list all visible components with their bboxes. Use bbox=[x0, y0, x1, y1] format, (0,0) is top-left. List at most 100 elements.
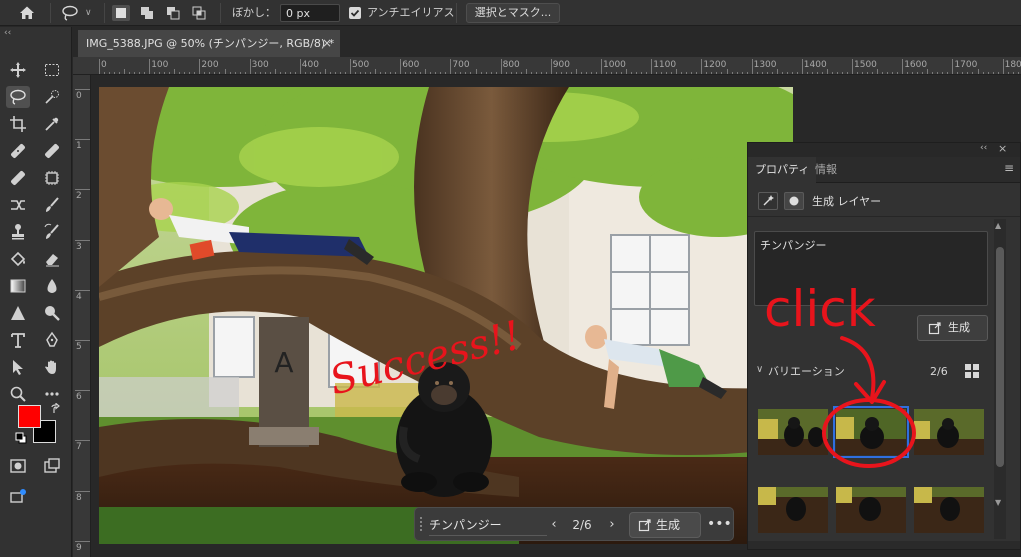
paint-bucket-icon[interactable] bbox=[6, 248, 30, 270]
home-icon[interactable] bbox=[18, 0, 36, 26]
brush-tool-icon[interactable] bbox=[40, 194, 64, 216]
ruler-label: 3 bbox=[76, 241, 82, 252]
hand-tool-icon[interactable] bbox=[40, 356, 64, 378]
default-colors-icon[interactable] bbox=[15, 432, 27, 447]
ruler-major-tick bbox=[249, 59, 251, 74]
more-options-button[interactable]: ••• bbox=[707, 514, 732, 536]
panel-collapse-icon[interactable]: ‹‹ bbox=[980, 143, 987, 153]
add-selection-icon[interactable] bbox=[138, 5, 156, 21]
chevron-down-icon[interactable]: ∨ bbox=[85, 0, 92, 26]
marquee-tool-icon[interactable] bbox=[40, 59, 64, 81]
variation-thumbnail[interactable] bbox=[836, 487, 906, 533]
panel-footer bbox=[748, 541, 1020, 549]
ruler-label: 7 bbox=[76, 442, 82, 453]
feather-input[interactable] bbox=[280, 4, 340, 22]
document-image[interactable]: A bbox=[99, 87, 793, 544]
ruler-label: 6 bbox=[76, 392, 82, 403]
ruler-label: 0 bbox=[101, 60, 107, 70]
lasso-tool-preset-icon[interactable] bbox=[60, 0, 80, 26]
remove-tool-icon[interactable] bbox=[6, 167, 30, 189]
tab-info[interactable]: 情報 bbox=[808, 157, 844, 183]
pen-tool-icon[interactable] bbox=[40, 329, 64, 351]
type-tool-icon[interactable] bbox=[6, 329, 30, 351]
history-brush-icon[interactable] bbox=[40, 221, 64, 243]
collapse-icon[interactable]: ‹‹ bbox=[4, 28, 11, 38]
content-aware-move-icon[interactable] bbox=[6, 194, 30, 216]
panel-menu-icon[interactable]: ≡ bbox=[1004, 161, 1014, 175]
generative-fill-brush-icon[interactable] bbox=[40, 140, 64, 162]
eraser-tool-icon[interactable] bbox=[40, 248, 64, 270]
generative-layer-icon bbox=[758, 192, 778, 210]
chevron-down-icon[interactable]: ∨ bbox=[756, 364, 763, 375]
quick-mask-icon[interactable] bbox=[6, 455, 30, 477]
panel-scrollbar-thumb[interactable] bbox=[996, 247, 1004, 467]
spot-healing-brush-icon[interactable] bbox=[6, 140, 30, 162]
path-selection-icon[interactable] bbox=[6, 356, 30, 378]
chip-tool-icon[interactable] bbox=[40, 167, 64, 189]
crop-tool-icon[interactable] bbox=[6, 113, 30, 135]
panel-close-icon[interactable]: × bbox=[998, 142, 1007, 155]
ruler-major-tick bbox=[75, 139, 90, 141]
generate-icon bbox=[928, 322, 941, 335]
drag-handle-icon[interactable] bbox=[419, 515, 423, 535]
contextual-task-bar: チンパンジー ‹ 2/6 › 生成 ••• bbox=[414, 507, 734, 541]
generate-button[interactable]: 生成 bbox=[917, 315, 988, 341]
taskbar-generate-button[interactable]: 生成 bbox=[629, 512, 701, 538]
blur-tool-icon[interactable] bbox=[40, 275, 64, 297]
previous-variation-button[interactable]: ‹ bbox=[545, 514, 563, 536]
scroll-down-arrow-icon[interactable]: ▼ bbox=[995, 498, 1001, 507]
generate-button-label: 生成 bbox=[948, 321, 970, 334]
ruler-label: 100 bbox=[151, 60, 169, 70]
antialias-label: アンチエイリアス bbox=[367, 6, 455, 19]
subtract-selection-icon[interactable] bbox=[164, 5, 182, 21]
variation-thumbnail[interactable] bbox=[758, 409, 828, 455]
variation-thumbnail[interactable] bbox=[914, 487, 984, 533]
next-variation-button[interactable]: › bbox=[603, 514, 621, 536]
ruler-label: 5 bbox=[76, 342, 82, 352]
intersect-selection-icon[interactable] bbox=[190, 5, 208, 21]
variation-thumbnail[interactable] bbox=[758, 487, 828, 533]
tools-panel: ‹‹ bbox=[0, 27, 72, 557]
variation-thumbnail[interactable] bbox=[914, 409, 984, 455]
variation-thumbnail-selected[interactable] bbox=[833, 406, 909, 458]
new-selection-icon[interactable] bbox=[112, 5, 130, 21]
ruler-major-tick bbox=[400, 59, 402, 74]
eyedropper-tool-icon[interactable] bbox=[40, 113, 64, 135]
ruler-major-tick bbox=[199, 59, 201, 74]
ruler-label: 800 bbox=[502, 60, 520, 70]
ruler-major-tick bbox=[500, 59, 502, 74]
ruler-major-tick bbox=[75, 289, 90, 291]
ruler-major-tick bbox=[651, 59, 653, 74]
prompt-textarea[interactable]: チンパンジー bbox=[754, 231, 988, 306]
move-tool-icon[interactable] bbox=[6, 59, 30, 81]
taskbar-prompt-input[interactable]: チンパンジー bbox=[429, 514, 547, 536]
ruler-major-tick bbox=[75, 239, 90, 241]
scroll-up-arrow-icon[interactable]: ▲ bbox=[995, 221, 1001, 230]
ruler-major-tick bbox=[350, 59, 351, 74]
options-bar: ∨ ぼかし： アンチエイリアス 選択とマスク... bbox=[0, 0, 1021, 26]
select-and-mask-button[interactable]: 選択とマスク... bbox=[466, 3, 560, 23]
tab-properties[interactable]: プロパティ bbox=[748, 157, 817, 183]
screen-mode-icon[interactable] bbox=[40, 455, 64, 477]
dodge-tool-icon[interactable] bbox=[6, 302, 30, 324]
object-selection-tool-icon[interactable] bbox=[40, 86, 64, 108]
close-icon[interactable]: × bbox=[322, 30, 332, 57]
ruler-label: 1700 bbox=[954, 60, 978, 70]
ruler-major-tick bbox=[450, 59, 452, 74]
antialias-checkbox[interactable] bbox=[349, 7, 361, 19]
foreground-color-swatch[interactable] bbox=[18, 405, 41, 428]
ruler-major-tick bbox=[75, 390, 90, 392]
document-tab[interactable]: IMG_5388.JPG @ 50% (チンパンジー, RGB/8) * × bbox=[78, 30, 340, 57]
more-tools-icon[interactable] bbox=[40, 383, 64, 405]
zoom-tool-icon[interactable] bbox=[6, 383, 30, 405]
panel-tabs: プロパティ 情報 ≡ bbox=[748, 157, 1020, 183]
swap-colors-icon[interactable] bbox=[50, 402, 62, 418]
lasso-tool-icon[interactable] bbox=[6, 86, 30, 108]
svg-text:A: A bbox=[274, 346, 293, 379]
grid-view-icon[interactable] bbox=[964, 363, 980, 379]
gradient-tool-icon[interactable] bbox=[6, 275, 30, 297]
clone-stamp-icon[interactable] bbox=[6, 221, 30, 243]
ruler-major-tick bbox=[75, 490, 90, 492]
share-for-review-icon[interactable] bbox=[6, 485, 30, 507]
sharpen-tool-icon[interactable] bbox=[40, 302, 64, 324]
